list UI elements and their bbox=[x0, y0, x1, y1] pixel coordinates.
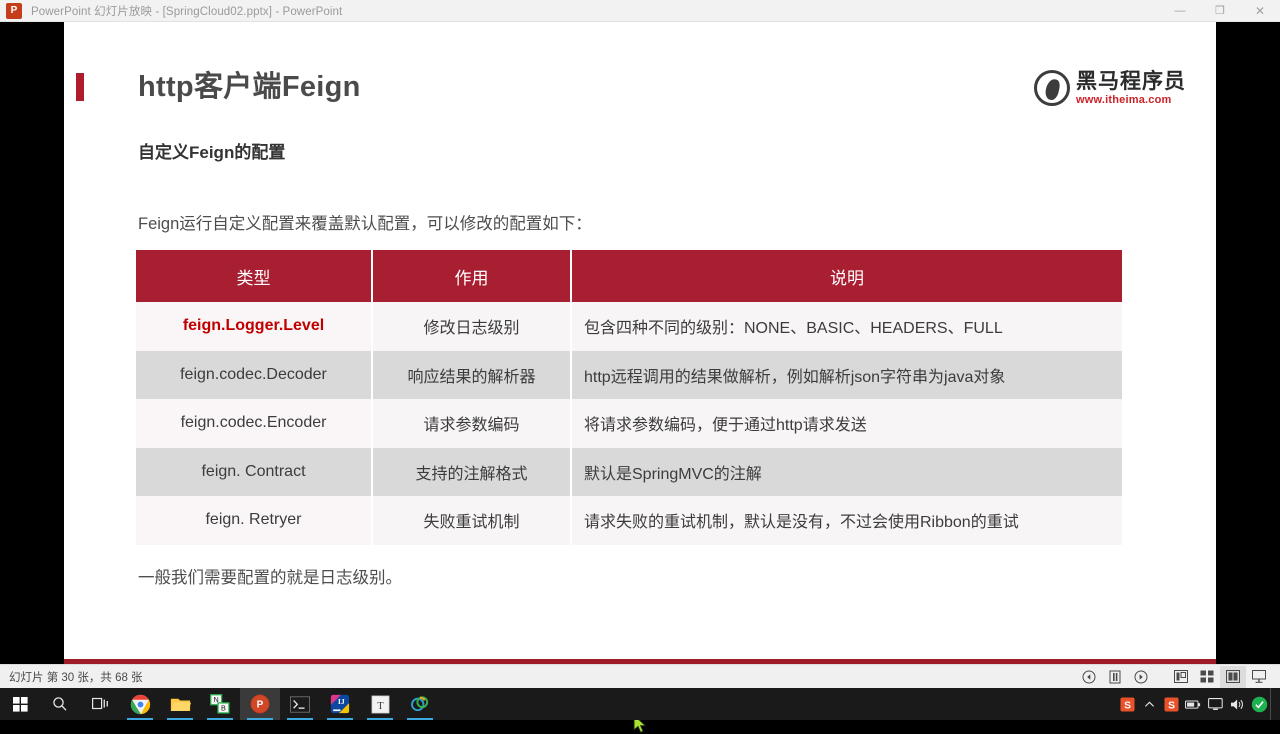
svg-text:P: P bbox=[257, 700, 264, 711]
status-bar: 幻灯片 第 30 张，共 68 张 bbox=[0, 664, 1280, 688]
nginx-button[interactable]: N B bbox=[200, 688, 240, 720]
brand-name: 黑马程序员 bbox=[1076, 69, 1186, 93]
slide-counter: 幻灯片 第 30 张，共 68 张 bbox=[9, 671, 143, 684]
search-icon bbox=[53, 697, 67, 711]
chrome-button[interactable] bbox=[120, 688, 160, 720]
slide-sorter-view-button[interactable] bbox=[1194, 666, 1220, 688]
slideshow-view-button[interactable] bbox=[1246, 666, 1272, 688]
previous-slide-button[interactable] bbox=[1076, 666, 1102, 688]
cell-desc: 包含四种不同的级别：NONE、BASIC、HEADERS、FULL bbox=[571, 302, 1122, 351]
chrome-icon bbox=[130, 694, 150, 714]
cell-role: 失败重试机制 bbox=[372, 496, 572, 545]
cell-desc: 将请求参数编码，便于通过http请求发送 bbox=[571, 399, 1122, 448]
cell-type: feign.codec.Decoder bbox=[136, 350, 373, 399]
browser-icon bbox=[411, 696, 429, 712]
terminal-button[interactable] bbox=[280, 688, 320, 720]
horse-head-logo-icon bbox=[1034, 70, 1070, 106]
task-view-icon bbox=[91, 697, 108, 710]
task-view-button[interactable] bbox=[80, 688, 120, 720]
intellij-idea-button[interactable]: IJ bbox=[320, 688, 360, 720]
slide-subheading: 自定义Feign的配置 bbox=[138, 143, 286, 162]
powerpoint-button[interactable]: P bbox=[240, 688, 280, 720]
powerpoint-app-icon: P bbox=[6, 2, 22, 19]
windows-logo-icon bbox=[12, 696, 28, 712]
svg-text:S: S bbox=[1124, 700, 1131, 711]
terminal-icon bbox=[290, 695, 310, 713]
cell-desc: http远程调用的结果做解析，例如解析json字符串为java对象 bbox=[571, 350, 1122, 399]
brand-url: www.itheima.com bbox=[1076, 93, 1172, 106]
start-button[interactable] bbox=[0, 688, 40, 720]
security-icon[interactable] bbox=[1248, 688, 1270, 720]
cell-role: 支持的注解格式 bbox=[372, 447, 572, 496]
battery-icon[interactable] bbox=[1182, 688, 1204, 720]
sogou-pinyin-icon[interactable]: S bbox=[1160, 688, 1182, 720]
cell-role: 请求参数编码 bbox=[372, 399, 572, 448]
slide-closing-text: 一般我们需要配置的就是日志级别。 bbox=[138, 569, 402, 587]
typora-icon: T bbox=[371, 695, 389, 713]
slide-canvas[interactable]: http客户端Feign 黑马程序员 www.itheima.com 自定义Fe… bbox=[64, 22, 1216, 670]
cell-desc: 请求失败的重试机制，默认是没有，不过会使用Ribbon的重试 bbox=[571, 496, 1122, 545]
svg-text:T: T bbox=[377, 700, 384, 711]
svg-text:B: B bbox=[221, 703, 226, 712]
brand-logo: 黑马程序员 www.itheima.com bbox=[1034, 70, 1186, 106]
brand-logo-text: 黑马程序员 www.itheima.com bbox=[1076, 71, 1186, 106]
title-accent-bar bbox=[76, 73, 84, 101]
cell-desc: 默认是SpringMVC的注解 bbox=[571, 447, 1122, 496]
windows-taskbar: N B P IJ T S S bbox=[0, 688, 1280, 720]
chevron-up-icon bbox=[1144, 701, 1154, 707]
svg-text:IJ: IJ bbox=[338, 697, 345, 706]
cell-role: 响应结果的解析器 bbox=[372, 350, 572, 399]
window-title-bar: P PowerPoint 幻灯片放映 - [SpringCloud02.pptx… bbox=[0, 0, 1280, 22]
cell-role: 修改日志级别 bbox=[372, 302, 572, 351]
display-icon[interactable] bbox=[1204, 688, 1226, 720]
powerpoint-icon: P bbox=[250, 694, 270, 714]
cell-type: feign.Logger.Level bbox=[136, 302, 373, 351]
typora-button[interactable]: T bbox=[360, 688, 400, 720]
table-row: feign.Logger.Level 修改日志级别 包含四种不同的级别：NONE… bbox=[136, 302, 1122, 351]
view-controls bbox=[1076, 665, 1280, 689]
table-row: feign.codec.Encoder 请求参数编码 将请求参数编码，便于通过h… bbox=[136, 399, 1122, 448]
file-explorer-button[interactable] bbox=[160, 688, 200, 720]
show-hidden-icons-chevron[interactable] bbox=[1138, 688, 1160, 720]
table-header-desc: 说明 bbox=[571, 250, 1122, 302]
table-row: feign. Retryer 失败重试机制 请求失败的重试机制，默认是没有，不过… bbox=[136, 496, 1122, 545]
table-head: 类型 作用 说明 bbox=[136, 250, 1122, 302]
nb-app-icon: N B bbox=[210, 694, 230, 714]
table-header-row: 类型 作用 说明 bbox=[136, 250, 1122, 302]
volume-icon[interactable] bbox=[1226, 688, 1248, 720]
table-header-role: 作用 bbox=[372, 250, 572, 302]
search-button[interactable] bbox=[40, 688, 80, 720]
table-body: feign.Logger.Level 修改日志级别 包含四种不同的级别：NONE… bbox=[136, 302, 1122, 545]
slide-title: http客户端Feign bbox=[138, 71, 361, 103]
window-controls: — ❐ ✕ bbox=[1160, 0, 1280, 22]
browser-button[interactable] bbox=[400, 688, 440, 720]
table-row: feign.codec.Decoder 响应结果的解析器 http远程调用的结果… bbox=[136, 350, 1122, 399]
slideshow-backdrop: http客户端Feign 黑马程序员 www.itheima.com 自定义Fe… bbox=[0, 22, 1280, 734]
table-header-type: 类型 bbox=[136, 250, 373, 302]
slide-intro-text: Feign运行自定义配置来覆盖默认配置，可以修改的配置如下： bbox=[138, 215, 592, 233]
feign-config-table: 类型 作用 说明 feign.Logger.Level 修改日志级别 包含四种不… bbox=[136, 250, 1122, 545]
close-button[interactable]: ✕ bbox=[1240, 0, 1280, 22]
normal-view-button[interactable] bbox=[1168, 666, 1194, 688]
intellij-idea-icon: IJ bbox=[330, 694, 350, 714]
slide-header: http客户端Feign 黑马程序员 www.itheima.com bbox=[64, 64, 1216, 114]
restore-button[interactable]: ❐ bbox=[1200, 0, 1240, 22]
table-row: feign. Contract 支持的注解格式 默认是SpringMVC的注解 bbox=[136, 447, 1122, 496]
sogou-input-icon[interactable]: S bbox=[1116, 688, 1138, 720]
folder-icon bbox=[170, 698, 191, 711]
show-desktop-button[interactable] bbox=[1270, 688, 1276, 720]
cell-type: feign.codec.Encoder bbox=[136, 399, 373, 448]
play-slideshow-button[interactable] bbox=[1128, 666, 1154, 688]
reading-view-button[interactable] bbox=[1220, 665, 1246, 688]
pause-slideshow-button[interactable] bbox=[1102, 666, 1128, 688]
cell-type: feign. Retryer bbox=[136, 496, 373, 545]
window-title-text: PowerPoint 幻灯片放映 - [SpringCloud02.pptx] … bbox=[31, 5, 343, 18]
system-tray: S S bbox=[1116, 688, 1280, 720]
minimize-button[interactable]: — bbox=[1160, 0, 1200, 22]
svg-text:S: S bbox=[1168, 700, 1175, 711]
cell-type: feign. Contract bbox=[136, 447, 373, 496]
